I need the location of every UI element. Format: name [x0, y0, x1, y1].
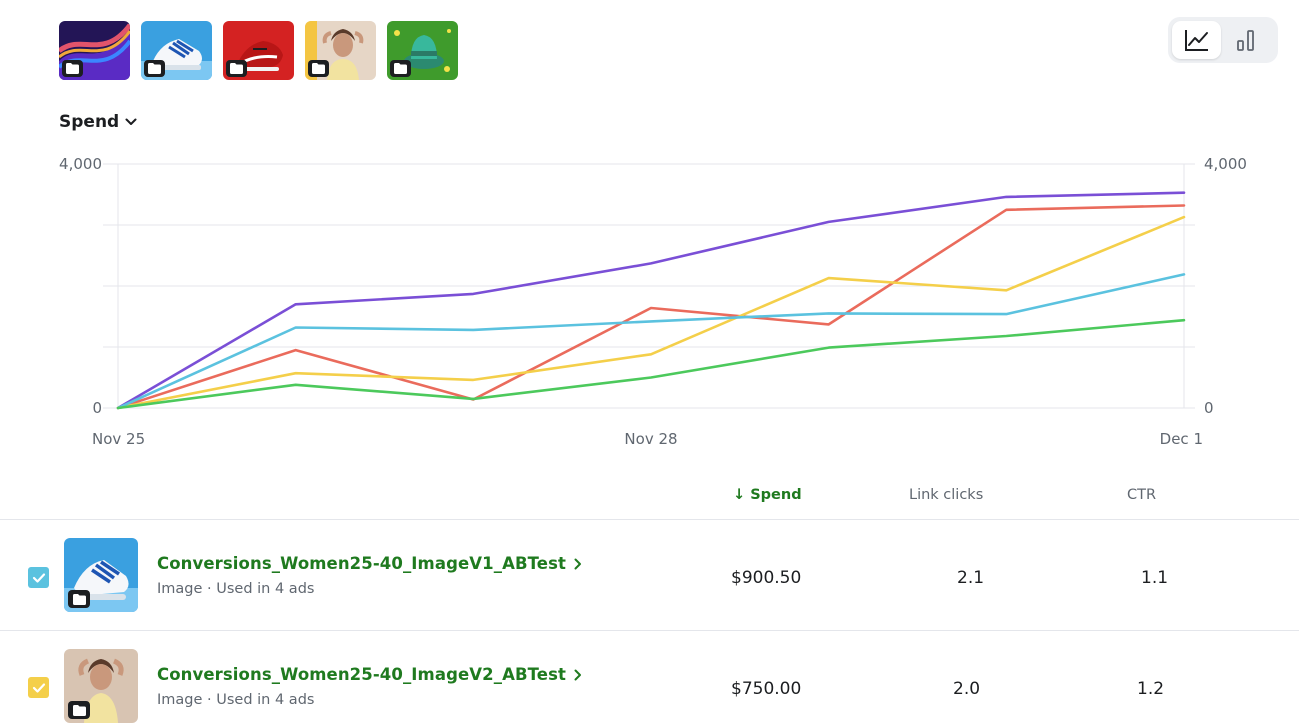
- table-row[interactable]: Conversions_Women25-40_ImageV1_ABTest Im…: [0, 519, 1299, 630]
- x-tick-label: Nov 25: [92, 430, 145, 448]
- cell-ctr: 1.2: [1137, 679, 1165, 699]
- table-row[interactable]: Conversions_Women25-40_ImageV2_ABTest Im…: [0, 630, 1299, 723]
- creative-subtitle: Image · Used in 4 ads: [157, 692, 315, 708]
- y-tick-label-right: 4,000: [1204, 155, 1247, 173]
- folder-icon: [68, 590, 90, 608]
- cell-ctr: 1.1: [1141, 568, 1169, 588]
- creative-name-link[interactable]: Conversions_Women25-40_ImageV1_ABTest: [157, 554, 582, 573]
- column-header-ctr[interactable]: CTR: [1127, 487, 1156, 503]
- column-header-spend[interactable]: ↓ Spend: [733, 487, 802, 503]
- creative-name: Conversions_Women25-40_ImageV2_ABTest: [157, 665, 566, 684]
- chevron-right-icon: [574, 558, 581, 569]
- folder-icon: [68, 701, 90, 719]
- chevron-right-icon: [574, 669, 581, 680]
- cell-spend: $750.00: [731, 679, 802, 699]
- cell-link-clicks: 2.1: [957, 568, 985, 588]
- creative-name: Conversions_Women25-40_ImageV1_ABTest: [157, 554, 566, 573]
- spend-line-chart: 4,000 0 4,000 0 Nov 25 Nov 28 Dec 1: [59, 155, 1247, 448]
- row-thumbnail-blue-sneaker[interactable]: [64, 538, 138, 612]
- row-thumbnail-woman-portrait[interactable]: [64, 649, 138, 723]
- column-header-link-clicks[interactable]: Link clicks: [909, 487, 983, 503]
- y-tick-label-right: 0: [1204, 399, 1214, 417]
- creative-name-link[interactable]: Conversions_Women25-40_ImageV2_ABTest: [157, 665, 582, 684]
- y-tick-label-left: 0: [92, 399, 102, 417]
- row-checkbox[interactable]: [28, 567, 49, 588]
- checkmark-icon: [32, 682, 45, 693]
- column-header-spend-label: Spend: [750, 487, 802, 503]
- creative-subtitle: Image · Used in 4 ads: [157, 581, 315, 597]
- sort-arrow-icon: ↓: [733, 487, 746, 503]
- series-line-3: [116, 215, 1186, 410]
- cell-link-clicks: 2.0: [953, 679, 981, 699]
- chart-axes: 4,000 0 4,000 0 Nov 25 Nov 28 Dec 1: [59, 155, 1247, 448]
- y-tick-label-left: 4,000: [59, 155, 102, 173]
- checkmark-icon: [32, 572, 45, 583]
- x-tick-label: Dec 1: [1160, 430, 1203, 448]
- x-tick-label: Nov 28: [624, 430, 677, 448]
- cell-spend: $900.50: [731, 568, 802, 588]
- chart-grid: [103, 163, 1195, 409]
- row-checkbox[interactable]: [28, 677, 49, 698]
- series-line-5: [116, 318, 1186, 410]
